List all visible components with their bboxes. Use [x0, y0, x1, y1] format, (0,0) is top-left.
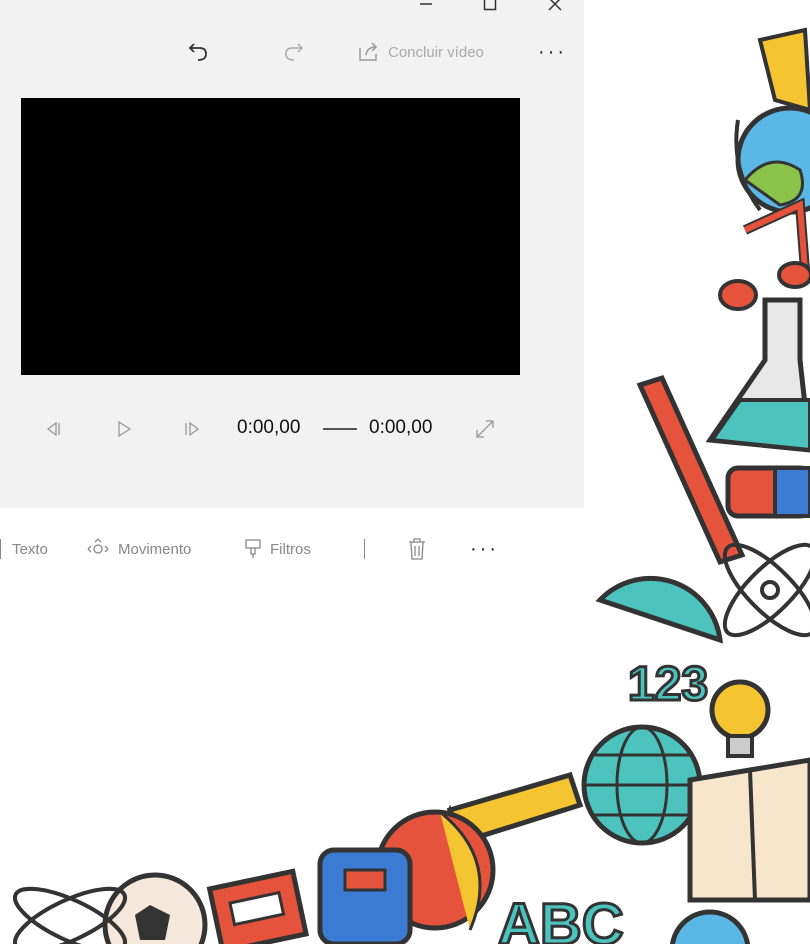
edit-more-button[interactable]: ···	[470, 536, 499, 562]
edit-more-icon: ···	[470, 537, 499, 560]
open-book-sticker	[687, 757, 810, 903]
flask-sticker	[705, 297, 810, 453]
atom-bottom-sticker	[12, 886, 128, 944]
finish-video-button[interactable]: Concluir vídeo	[358, 38, 484, 66]
finish-video-label: Concluir vídeo	[388, 43, 484, 61]
undo-button[interactable]	[186, 38, 210, 66]
filters-tool-label: Filtros	[270, 540, 311, 558]
pencil-bottom-sticker	[437, 771, 584, 846]
minimize-icon	[420, 3, 432, 5]
tool-separator	[364, 539, 365, 559]
close-button[interactable]	[535, 0, 575, 16]
filter-brush-icon	[245, 539, 261, 558]
tool-separator-left	[0, 539, 1, 559]
numbers-sticker: 123	[628, 658, 708, 711]
undo-icon	[188, 43, 207, 61]
globe-grid-sticker	[581, 724, 703, 846]
current-time: 0:00,00	[237, 417, 301, 438]
eraser-sticker	[725, 465, 810, 519]
globe-sticker	[734, 105, 810, 215]
atom-sticker	[722, 542, 810, 638]
letters-sticker: ABC	[498, 892, 624, 944]
redo-button[interactable]	[282, 38, 306, 66]
backpack-sticker	[317, 847, 413, 944]
video-editor-window: Concluir vídeo ··· 0:00,00 0:00,00	[0, 0, 584, 508]
play-button[interactable]	[114, 416, 134, 442]
trash-icon	[409, 538, 425, 560]
filters-tool-button[interactable]: Filtros	[244, 536, 311, 562]
more-options-icon: ···	[538, 40, 567, 63]
ball-sticker	[374, 809, 496, 931]
minimize-button[interactable]	[406, 0, 446, 16]
step-forward-icon	[185, 421, 200, 437]
text-tool-button[interactable]: Texto	[12, 536, 48, 562]
pencil-sticker	[757, 27, 810, 113]
motion-tool-label: Movimento	[118, 540, 192, 558]
soccer-ball-sticker	[102, 872, 208, 944]
video-preview[interactable]	[21, 98, 520, 375]
text-tool-label: Texto	[12, 540, 48, 558]
fullscreen-button[interactable]	[474, 416, 496, 442]
music-note-sticker	[718, 197, 810, 311]
more-options-button[interactable]: ···	[538, 38, 567, 66]
play-icon	[118, 420, 132, 438]
notebook-sticker	[206, 868, 310, 944]
light-bulb-sticker	[709, 679, 771, 758]
previous-frame-button[interactable]	[44, 416, 64, 442]
total-time: 0:00,00	[369, 417, 433, 438]
time-separator	[323, 428, 357, 430]
protractor-sticker	[595, 575, 723, 644]
motion-tool-button[interactable]: Movimento	[86, 536, 191, 562]
expand-icon	[476, 420, 494, 438]
maximize-icon	[483, 0, 497, 11]
globe-small-sticker	[669, 909, 751, 944]
delete-button[interactable]	[407, 536, 427, 562]
share-icon	[359, 42, 378, 61]
ruler-sticker	[636, 374, 746, 566]
close-icon	[548, 0, 562, 11]
next-frame-button[interactable]	[182, 416, 202, 442]
redo-icon	[285, 43, 304, 61]
maximize-button[interactable]	[470, 0, 510, 16]
step-back-icon	[46, 421, 60, 437]
motion-icon	[87, 538, 109, 554]
